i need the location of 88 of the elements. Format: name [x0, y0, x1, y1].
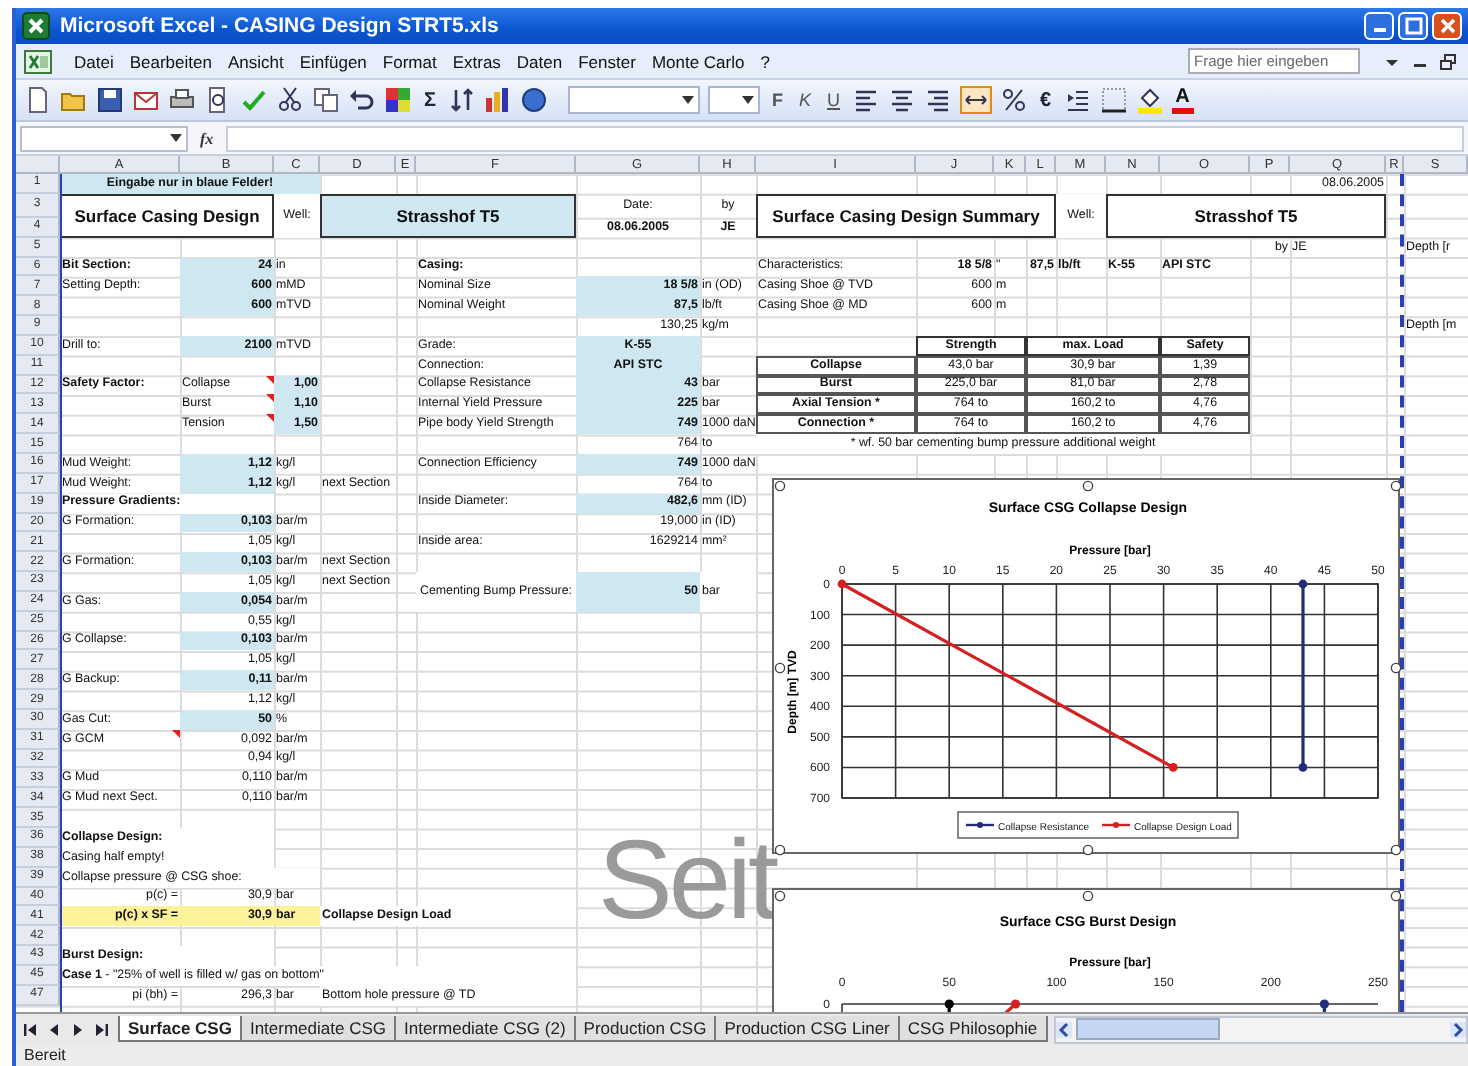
sheet-tab[interactable]: Intermediate CSG [239, 1016, 396, 1042]
dropdown-caret-icon [742, 94, 755, 106]
resize-handle[interactable] [1390, 480, 1402, 492]
font-size-field[interactable] [708, 86, 761, 114]
currency-button[interactable]: € [1036, 89, 1056, 111]
close-icon [1437, 16, 1457, 36]
sheet-tab[interactable]: CSG Philosophie [897, 1016, 1048, 1042]
font-color-button[interactable]: A [1171, 87, 1194, 113]
percent-icon[interactable] [1000, 86, 1029, 114]
status-text: Bereit [24, 1046, 66, 1064]
dropdown-caret-icon [682, 94, 695, 106]
scissors-icon[interactable] [276, 86, 304, 114]
spreadsheet-cell[interactable]: Strasshof T5 [1106, 193, 1386, 238]
italic-button[interactable]: K [795, 90, 816, 110]
legend-line-icon [966, 822, 994, 828]
spreadsheet-cell[interactable]: Surface Casing Design [60, 193, 274, 238]
align-center-icon[interactable] [888, 86, 917, 114]
first-sheet-icon[interactable] [22, 1021, 38, 1037]
spreadsheet-cell[interactable]: Strasshof T5 [320, 193, 576, 238]
menu-item[interactable]: Monte Carlo [645, 51, 751, 71]
workbook-icon[interactable] [24, 49, 52, 73]
last-sheet-icon[interactable] [94, 1021, 110, 1037]
resize-handle[interactable] [1082, 480, 1094, 492]
bar-chart-icon[interactable] [484, 86, 513, 114]
insert-function-label[interactable]: fx [200, 129, 214, 147]
menu-item[interactable]: Bearbeiten [123, 51, 218, 71]
indent-icon[interactable] [1063, 86, 1092, 114]
resize-handle[interactable] [774, 844, 786, 856]
legend-line-icon [1102, 822, 1130, 828]
resize-handle[interactable] [1390, 890, 1402, 902]
menu-item[interactable]: Fenster [572, 51, 642, 71]
autosum-button[interactable]: Σ [420, 89, 441, 111]
resize-handle[interactable] [1390, 662, 1402, 674]
next-sheet-icon[interactable] [70, 1021, 86, 1037]
minimize-icon [1373, 28, 1385, 32]
data-point [1298, 763, 1308, 772]
menu-item[interactable]: Format [376, 51, 443, 71]
scrollbar-thumb[interactable] [1075, 1018, 1220, 1040]
window-title: Microsoft Excel - CASING Design STRT5.xls [60, 14, 499, 38]
menu-item[interactable]: ? [754, 51, 776, 71]
spreadsheet-app-icon [22, 12, 50, 40]
underline-button[interactable]: U [823, 90, 845, 110]
data-point [837, 579, 847, 589]
fill-color-icon[interactable] [1135, 86, 1164, 114]
font-name-field[interactable] [568, 86, 701, 114]
menu-item[interactable]: Daten [510, 51, 569, 71]
menu-item[interactable]: Einfügen [293, 51, 373, 71]
sheet-tab[interactable]: Intermediate CSG (2) [394, 1016, 576, 1042]
printer-icon[interactable] [168, 86, 196, 114]
save-icon[interactable] [96, 86, 124, 114]
scroll-left-icon[interactable] [1055, 1021, 1072, 1037]
sheet-tab[interactable]: Production CSG Liner [714, 1016, 900, 1042]
menu-item[interactable]: Extras [446, 51, 507, 71]
copy-icon[interactable] [312, 86, 340, 114]
data-point [1298, 579, 1308, 589]
borders-icon[interactable] [1099, 86, 1128, 114]
maximize-icon [1403, 16, 1423, 36]
grid-icon[interactable] [384, 86, 412, 114]
menu-item[interactable]: Datei [68, 51, 120, 71]
minimize-button[interactable] [1364, 12, 1394, 40]
formula-field[interactable] [225, 125, 1464, 151]
scroll-right-icon[interactable] [1450, 1021, 1466, 1037]
sheet-tab[interactable]: Production CSG [573, 1016, 717, 1042]
maximize-button[interactable] [1398, 12, 1428, 40]
resize-handle[interactable] [1390, 844, 1402, 856]
menu-item[interactable]: Ansicht [221, 51, 290, 71]
sort-icon[interactable] [448, 86, 477, 114]
bold-button[interactable]: F [768, 90, 788, 110]
resize-handle[interactable] [1082, 844, 1094, 856]
resize-handle[interactable] [774, 480, 786, 492]
restore-icon[interactable] [1440, 53, 1456, 69]
previous-sheet-icon[interactable] [46, 1021, 62, 1037]
envelope-icon[interactable] [132, 86, 160, 114]
close-button[interactable] [1432, 12, 1462, 40]
merge-cells-icon[interactable] [960, 86, 993, 114]
resize-handle[interactable] [774, 890, 786, 902]
align-left-icon[interactable] [852, 86, 881, 114]
undo-icon[interactable] [348, 86, 376, 114]
resize-handle[interactable] [774, 662, 786, 674]
resize-handle[interactable] [1082, 890, 1094, 902]
data-point [1168, 763, 1178, 772]
align-right-icon[interactable] [924, 86, 953, 114]
page-watermark: Seit [598, 824, 775, 936]
dropdown-caret-icon [170, 132, 182, 144]
new-file-icon[interactable] [24, 86, 52, 114]
sheet-tab[interactable]: Surface CSG [118, 1016, 242, 1042]
spreadsheet-cell[interactable]: Surface Casing Design Summary [756, 193, 1056, 238]
horizontal-scrollbar[interactable] [1053, 1015, 1468, 1043]
